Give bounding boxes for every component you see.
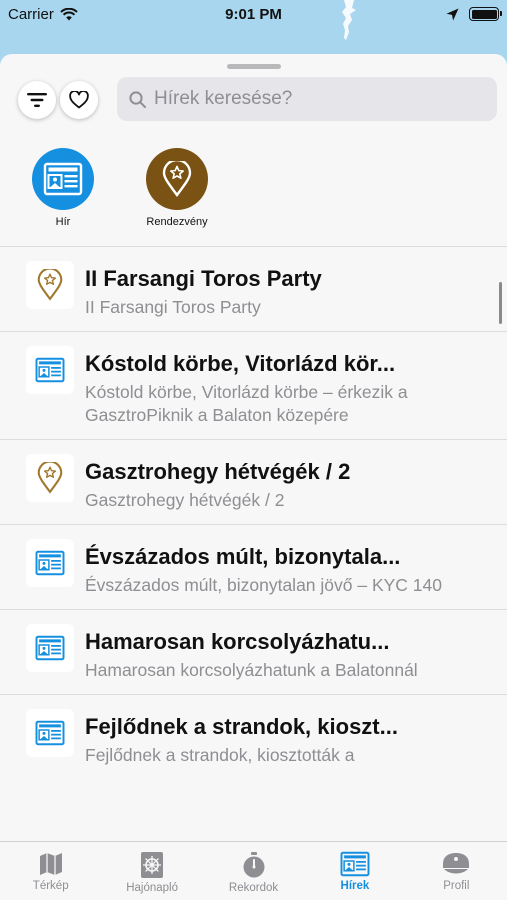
tab-logbook-label: Hajónapló	[126, 882, 178, 894]
tab-map-label: Térkép	[32, 880, 69, 892]
news-list: II Farsangi Toros Party II Farsangi Toro…	[0, 246, 507, 779]
item-subtitle: Hamarosan korcsolyázhatunk a Balatonnál	[85, 660, 418, 680]
item-subtitle: Gasztrohegy hétvégék / 2	[85, 490, 285, 510]
category-news-label: Hír	[55, 216, 71, 228]
map-island-shape	[342, 0, 356, 40]
item-title: Fejlődnek a strandok, kioszt...	[85, 714, 398, 739]
newspaper-icon	[43, 162, 83, 196]
newspaper-icon	[35, 720, 65, 746]
event-star-pin-icon	[37, 269, 63, 301]
category-event-label: Rendezvény	[146, 216, 208, 228]
ship-wheel-icon	[141, 852, 164, 878]
list-item[interactable]: II Farsangi Toros Party II Farsangi Toro…	[0, 246, 507, 331]
list-item[interactable]: Évszázados múlt, bizonytala... Évszázado…	[0, 524, 507, 609]
item-title: Gasztrohegy hétvégék / 2	[85, 459, 351, 484]
search-field[interactable]	[117, 77, 497, 121]
tab-records[interactable]: Rekordok	[203, 842, 304, 900]
search-input[interactable]	[154, 88, 474, 110]
item-title: Évszázados múlt, bizonytala...	[85, 544, 401, 569]
tab-news-label: Hírek	[340, 880, 370, 892]
event-badge	[26, 261, 74, 309]
news-sheet: Hír Rendezvény II Farsangi Toros Party I…	[0, 54, 507, 841]
item-subtitle: Évszázados múlt, bizonytalan jövő – KYC …	[85, 575, 442, 595]
carrier-label: Carrier	[8, 5, 54, 23]
newspaper-icon	[340, 851, 370, 877]
item-title: Kóstold körbe, Vitorlázd kör...	[85, 351, 396, 376]
newspaper-icon	[35, 357, 65, 383]
battery-icon	[469, 7, 502, 21]
news-badge	[26, 624, 74, 672]
newspaper-icon	[35, 635, 65, 661]
category-news-button[interactable]: Hír	[23, 148, 103, 228]
filter-icon	[27, 93, 47, 107]
newspaper-icon	[35, 550, 65, 576]
list-item[interactable]: Kóstold körbe, Vitorlázd kör... Kóstold …	[0, 331, 507, 439]
category-event-circle	[146, 148, 208, 210]
item-subtitle: Kóstold körbe, Vitorlázd körbe – érkezik…	[85, 382, 408, 425]
list-item[interactable]: Gasztrohegy hétvégék / 2 Gasztrohegy hét…	[0, 439, 507, 524]
search-row	[0, 76, 507, 122]
scroll-indicator[interactable]	[499, 282, 502, 324]
event-star-pin-icon	[37, 462, 63, 494]
category-news-circle	[32, 148, 94, 210]
tab-bar: Térkép Hajónapló Rekordok Hírek Profil	[0, 841, 507, 900]
item-subtitle: II Farsangi Toros Party	[85, 297, 261, 317]
heart-icon	[69, 91, 89, 109]
list-item[interactable]: Hamarosan korcsolyázhatu... Hamarosan ko…	[0, 609, 507, 694]
item-title: Hamarosan korcsolyázhatu...	[85, 629, 390, 654]
filter-button[interactable]	[18, 81, 56, 119]
wifi-icon	[60, 7, 78, 20]
item-subtitle: Fejlődnek a strandok, kiosztották a	[85, 745, 355, 765]
event-star-pin-icon	[162, 161, 192, 197]
news-badge	[26, 346, 74, 394]
favorites-button[interactable]	[60, 81, 98, 119]
status-bar: Carrier 9:01 PM	[0, 0, 507, 28]
tab-profile[interactable]: Profil	[406, 842, 507, 900]
search-icon	[129, 90, 146, 108]
event-badge	[26, 454, 74, 502]
map-icon	[39, 853, 62, 875]
sheet-grabber[interactable]	[227, 64, 281, 69]
category-event-button[interactable]: Rendezvény	[137, 148, 217, 228]
news-badge	[26, 709, 74, 757]
location-arrow-icon	[446, 8, 459, 20]
tab-map[interactable]: Térkép	[0, 842, 101, 900]
captain-hat-icon	[443, 853, 470, 874]
list-item[interactable]: Fejlődnek a strandok, kioszt... Fejlődne…	[0, 694, 507, 779]
tab-news[interactable]: Hírek	[304, 842, 405, 900]
tab-records-label: Rekordok	[228, 882, 279, 894]
tab-logbook[interactable]: Hajónapló	[101, 842, 202, 900]
item-title: II Farsangi Toros Party	[85, 266, 322, 291]
tab-profile-label: Profil	[443, 880, 470, 892]
stopwatch-icon	[243, 852, 265, 878]
news-badge	[26, 539, 74, 587]
